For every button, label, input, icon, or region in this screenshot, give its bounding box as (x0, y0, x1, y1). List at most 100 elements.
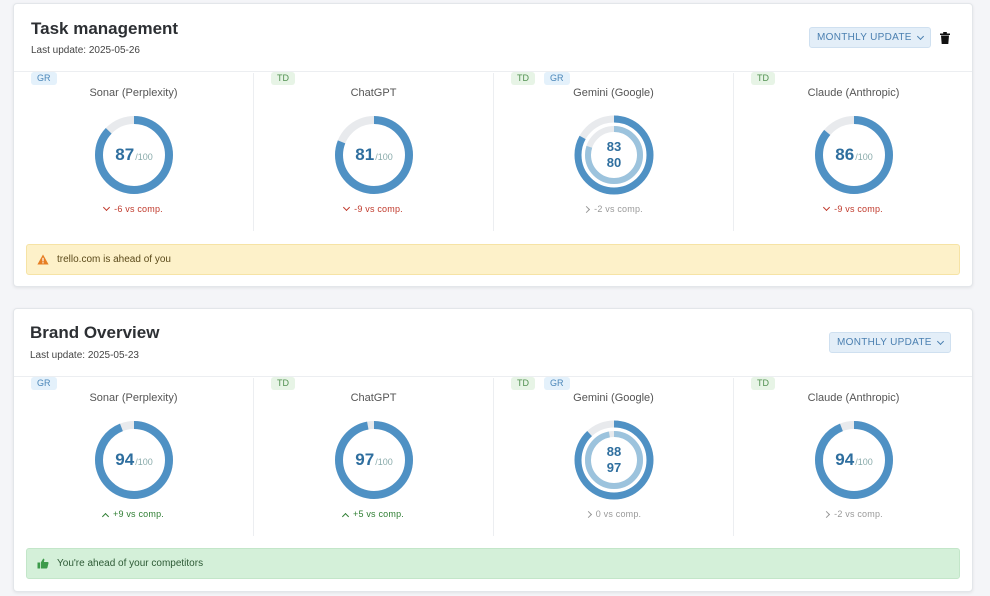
score-number: 87 (115, 145, 135, 164)
last-update: Last update: 2025-05-23 (30, 350, 139, 361)
source-badges: GR (31, 377, 57, 390)
model-panel-claude: TD Claude (Anthropic) 86 /100 -9 vs comp… (734, 72, 973, 231)
score-stack: 83 80 (607, 139, 621, 171)
model-name: Claude (Anthropic) (807, 392, 900, 404)
score-donut: 81 /100 (333, 114, 415, 196)
score-number: 94 (115, 450, 135, 469)
score-max: /100 (375, 457, 393, 467)
score-donut: 94 /100 (813, 419, 895, 501)
score-value: 81 /100 (333, 114, 415, 196)
card-header: Task management Last update: 2025-05-26 … (14, 4, 972, 72)
badge-gr: GR (544, 72, 570, 85)
source-badges: GR (31, 72, 57, 85)
score-max: /100 (135, 457, 153, 467)
score-donut: 88 97 (573, 419, 655, 501)
model-scores: GR Sonar (Perplexity) 94 /100 +9 vs comp… (14, 377, 973, 536)
source-badges: TD (271, 72, 295, 85)
score-donut: 87 /100 (93, 114, 175, 196)
model-panel-gemini: TD GR Gemini (Google) 83 80 -2 vs comp. (494, 72, 734, 231)
arrow-up-icon (101, 512, 110, 521)
score-value: 87 /100 (93, 114, 175, 196)
score-stack: 88 97 (607, 444, 621, 476)
badge-gr: GR (31, 377, 57, 390)
model-name: ChatGPT (350, 87, 397, 99)
delta-vs-competitors: -2 vs comp. (734, 509, 973, 519)
model-name: ChatGPT (350, 392, 397, 404)
score-max: /100 (855, 457, 873, 467)
arrow-up-icon (341, 512, 350, 521)
score-number-gr: 97 (606, 460, 622, 475)
monthly-update-dropdown[interactable]: MONTHLY UPDATE (809, 27, 931, 48)
delta-text: -2 vs comp. (834, 509, 883, 519)
score-number: 94 (835, 450, 855, 469)
badge-gr: GR (31, 72, 57, 85)
trash-icon[interactable] (940, 32, 950, 44)
chevron-right-icon (823, 510, 831, 519)
chevron-right-icon (583, 205, 591, 214)
score-value: 88 97 (573, 419, 655, 501)
warning-alert: trello.com is ahead of you (26, 244, 960, 275)
delta-text: +5 vs comp. (353, 509, 404, 519)
score-number: 81 (355, 145, 375, 164)
model-panel-chatgpt: TD ChatGPT 97 /100 +5 vs comp. (254, 377, 494, 536)
chevron-down-icon (936, 337, 944, 345)
source-badges: TD (751, 72, 775, 85)
source-badges: TD GR (511, 377, 570, 390)
score-number: 86 (835, 145, 855, 164)
model-name: Gemini (Google) (573, 87, 654, 99)
score-number-gr: 80 (606, 155, 622, 170)
score-value: 97 /100 (333, 419, 415, 501)
model-panel-sonar: GR Sonar (Perplexity) 94 /100 +9 vs comp… (14, 377, 254, 536)
alert-text: trello.com is ahead of you (57, 254, 171, 265)
delta-text: -2 vs comp. (594, 204, 643, 214)
monthly-update-label: MONTHLY UPDATE (817, 32, 912, 43)
badge-td: TD (511, 72, 535, 85)
delta-text: -9 vs comp. (834, 204, 883, 214)
delta-vs-competitors: 0 vs comp. (494, 509, 733, 519)
badge-td: TD (751, 377, 775, 390)
model-name: Claude (Anthropic) (807, 87, 900, 99)
source-badges: TD GR (511, 72, 570, 85)
score-donut: 83 80 (573, 114, 655, 196)
model-name: Sonar (Perplexity) (89, 87, 178, 99)
chevron-right-icon (584, 510, 592, 519)
score-number: 97 (355, 450, 375, 469)
delta-vs-competitors: -2 vs comp. (494, 204, 733, 214)
badge-gr: GR (544, 377, 570, 390)
badge-td: TD (511, 377, 535, 390)
delta-text: -9 vs comp. (354, 204, 403, 214)
score-donut: 86 /100 (813, 114, 895, 196)
success-alert: You're ahead of your competitors (26, 548, 960, 579)
arrow-down-icon (343, 203, 351, 212)
score-value: 83 80 (573, 114, 655, 196)
source-badges: TD (271, 377, 295, 390)
badge-td: TD (751, 72, 775, 85)
score-max: /100 (375, 152, 393, 162)
model-panel-claude: TD Claude (Anthropic) 94 /100 -2 vs comp… (734, 377, 973, 536)
monthly-update-dropdown[interactable]: MONTHLY UPDATE (829, 332, 951, 353)
badge-td: TD (271, 72, 295, 85)
delta-vs-competitors: -9 vs comp. (734, 203, 973, 214)
monthly-update-label: MONTHLY UPDATE (837, 337, 932, 348)
model-name: Gemini (Google) (573, 392, 654, 404)
score-max: /100 (135, 152, 153, 162)
delta-text: +9 vs comp. (113, 509, 164, 519)
alert-text: You're ahead of your competitors (57, 558, 204, 569)
model-panel-gemini: TD GR Gemini (Google) 88 97 0 vs comp. (494, 377, 734, 536)
score-value: 94 /100 (93, 419, 175, 501)
chevron-down-icon (916, 32, 924, 40)
score-donut: 97 /100 (333, 419, 415, 501)
card-header: Brand Overview Last update: 2025-05-23 M… (14, 309, 972, 377)
delta-vs-competitors: +5 vs comp. (254, 509, 493, 521)
delta-text: 0 vs comp. (595, 509, 642, 519)
score-donut: 94 /100 (93, 419, 175, 501)
score-number-td: 83 (606, 139, 622, 154)
model-panel-sonar: GR Sonar (Perplexity) 87 /100 -6 vs comp… (14, 72, 254, 231)
card-title: Task management (31, 19, 179, 38)
last-update: Last update: 2025-05-26 (31, 45, 140, 56)
score-value: 94 /100 (813, 419, 895, 501)
model-name: Sonar (Perplexity) (89, 392, 178, 404)
delta-vs-competitors: -9 vs comp. (254, 203, 493, 214)
arrow-down-icon (103, 203, 111, 212)
model-scores: GR Sonar (Perplexity) 87 /100 -6 vs comp… (14, 72, 973, 231)
